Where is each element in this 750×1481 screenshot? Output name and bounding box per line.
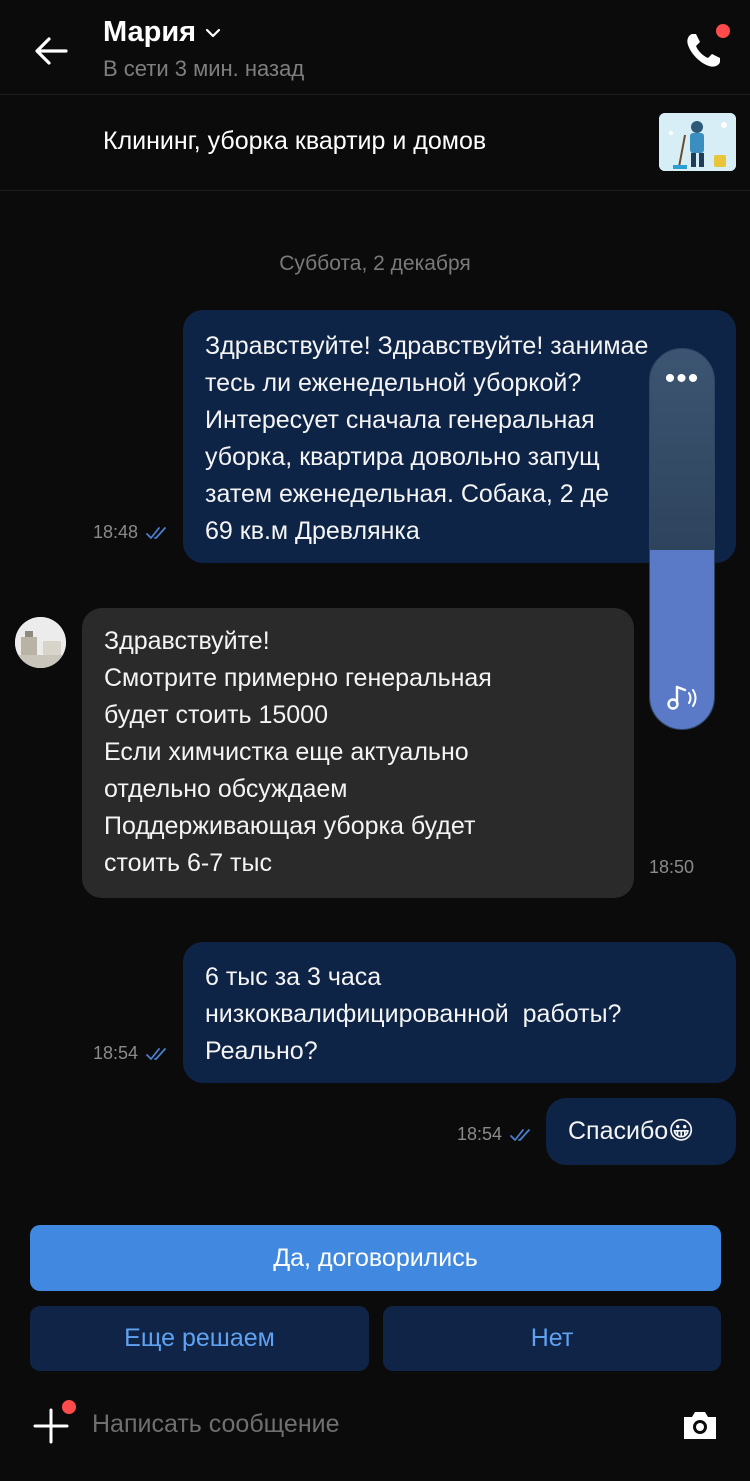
notification-dot (60, 1398, 78, 1416)
outgoing-message[interactable]: Спасибо😀 (546, 1098, 736, 1165)
chat-header: Мария В сети 3 мин. назад (0, 0, 750, 95)
message-meta: 18:54 (457, 1124, 536, 1145)
message-line: затем еженедельная. Собака, 2 де (205, 480, 610, 508)
message-line: Смотрите примерно генеральная (104, 664, 492, 692)
avatar-image-icon (15, 617, 66, 668)
notification-dot (716, 24, 730, 38)
message-line: тесь ли еженедельной уборкой? (205, 369, 582, 397)
message-time: 18:54 (457, 1124, 503, 1144)
online-status: В сети 3 мин. назад (103, 56, 305, 81)
chevron-down-icon (206, 28, 221, 37)
back-arrow-icon[interactable] (30, 30, 72, 72)
outgoing-message[interactable]: 6 тыс за 3 часа низкоквалифицированной р… (183, 942, 736, 1083)
message-line: 69 кв.м Древлянка (205, 517, 420, 545)
message-line: низкоквалифицированной работы? (205, 1000, 622, 1028)
message-meta: 18:50 (649, 857, 694, 878)
message-line: Поддерживающая уборка будет (104, 812, 476, 840)
avatar[interactable] (15, 617, 66, 668)
message-line: отдельно обсуждаем (104, 775, 348, 803)
more-options-icon[interactable]: ••• (650, 364, 714, 394)
listing-thumbnail[interactable] (659, 113, 736, 171)
message-meta: 18:54 (93, 1043, 172, 1064)
camera-icon[interactable] (680, 1408, 720, 1442)
message-line: Если химчистка еще актуально (104, 738, 469, 766)
message-line: стоить 6-7 тыс (104, 849, 272, 877)
date-separator: Суббота, 2 декабря (279, 252, 471, 275)
quick-reply-deciding-button[interactable]: Еще решаем (30, 1306, 369, 1371)
incoming-message[interactable]: Здравствуйте! Смотрите примерно генераль… (82, 608, 634, 898)
music-volume-icon (667, 685, 697, 710)
cleaning-illustration-icon (659, 113, 736, 171)
volume-slider[interactable]: ••• (649, 348, 715, 730)
quick-reply-no-button[interactable]: Нет (383, 1306, 721, 1371)
message-line: Здравствуйте! Здравствуйте! занимае (205, 332, 649, 360)
message-line: Здравствуйте! (104, 627, 270, 655)
listing-bar[interactable]: Клининг, уборка квартир и домов (0, 96, 750, 191)
message-line: уборка, квартира довольно запущ (205, 443, 600, 471)
message-input[interactable]: Написать сообщение (92, 1410, 340, 1439)
double-check-icon (146, 1047, 166, 1060)
double-check-icon (510, 1128, 530, 1141)
message-time: 18:50 (649, 857, 695, 877)
listing-title: Клининг, уборка квартир и домов (103, 127, 487, 155)
contact-name-button[interactable]: Мария (103, 16, 222, 49)
message-line: Реально? (205, 1037, 318, 1065)
message-line: Интересует сначала генеральная (205, 406, 595, 434)
double-check-icon (146, 526, 166, 539)
quick-reply-agree-button[interactable]: Да, договорились (30, 1225, 721, 1291)
contact-name: Мария (103, 16, 197, 48)
message-meta: 18:48 (93, 522, 172, 543)
message-time: 18:48 (93, 522, 139, 542)
message-line: будет стоить 15000 (104, 701, 328, 729)
message-time: 18:54 (93, 1043, 139, 1063)
message-text: Спасибо😀 (568, 1117, 695, 1145)
message-line: 6 тыс за 3 часа (205, 963, 382, 991)
